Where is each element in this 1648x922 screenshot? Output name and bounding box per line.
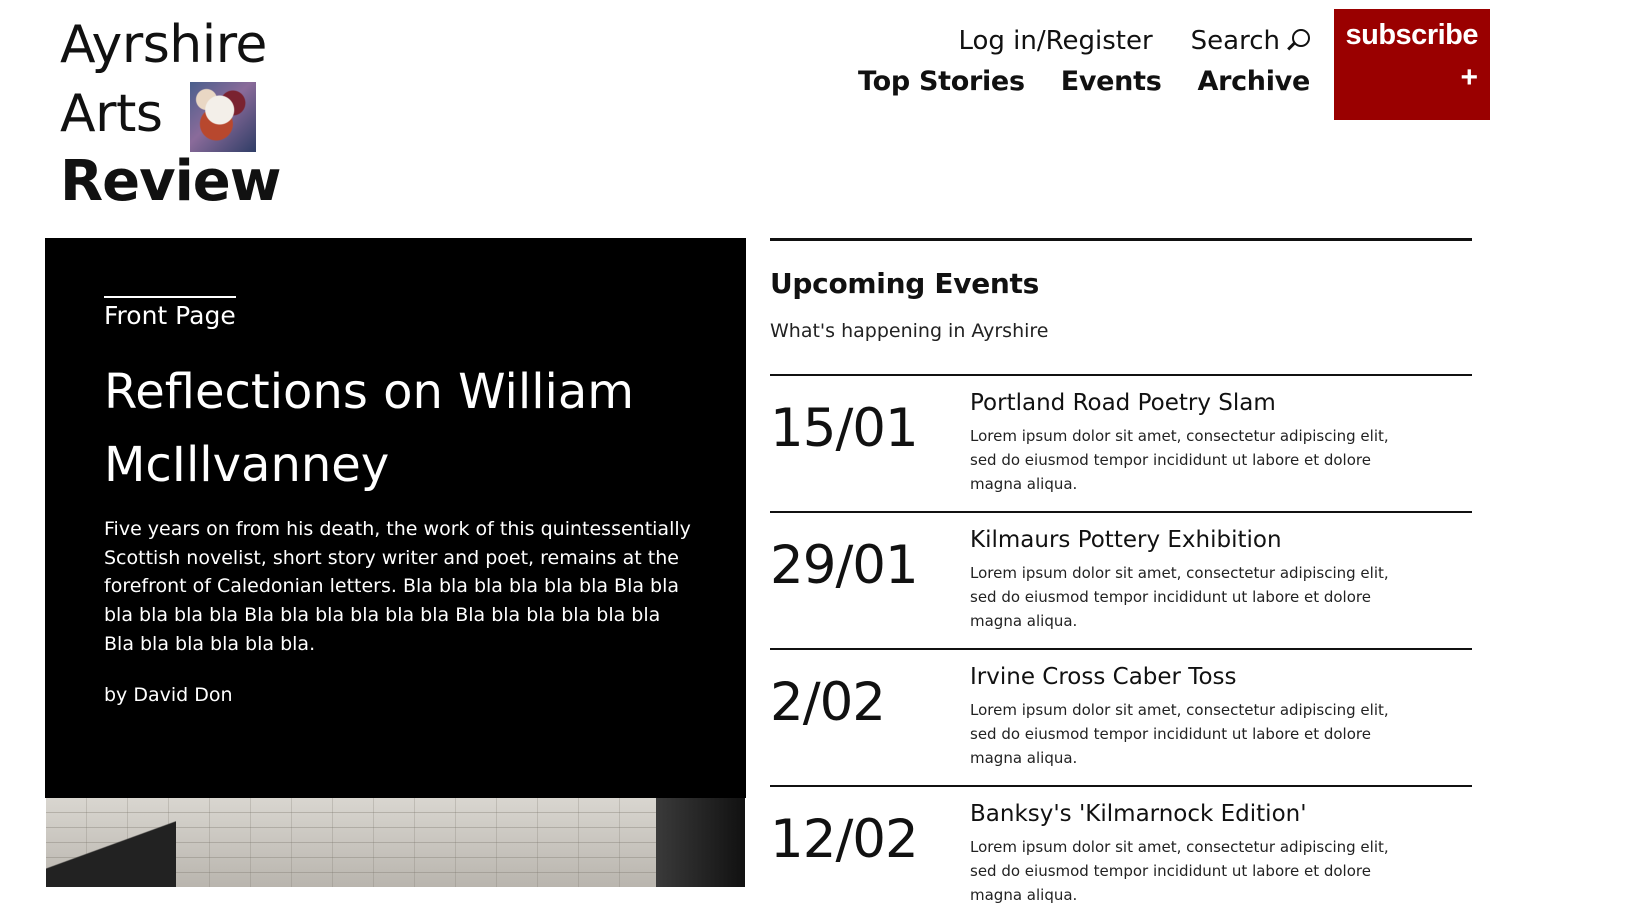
event-description: Lorem ipsum dolor sit amet, consectetur … [970, 701, 1389, 767]
events-divider [770, 238, 1472, 241]
utility-nav: Log in/Register Search [958, 26, 1310, 56]
search-icon [1286, 29, 1310, 53]
subscribe-button[interactable]: subscribe + [1334, 9, 1490, 120]
event-title-link[interactable]: Kilmaurs Pottery Exhibition [970, 527, 1282, 553]
event-item[interactable]: 12/02 Banksy's 'Kilmarnock Edition' Lore… [770, 785, 1472, 922]
search-label: Search [1190, 26, 1280, 56]
login-register-link[interactable]: Log in/Register [958, 26, 1152, 56]
hero-article-card[interactable]: Front Page Reflections on William McIllv… [45, 238, 746, 798]
section-label[interactable]: Front Page [104, 296, 236, 330]
article-byline: by David Don [104, 684, 233, 706]
event-description: Lorem ipsum dolor sit amet, consectetur … [970, 564, 1389, 630]
subscribe-label: subscribe [1345, 19, 1479, 51]
event-item[interactable]: 29/01 Kilmaurs Pottery Exhibition Lorem … [770, 511, 1472, 648]
nav-item-top-stories[interactable]: Top Stories [858, 66, 1025, 97]
article-photo[interactable] [46, 798, 745, 887]
article-title[interactable]: Reflections on William McIllvanney [104, 356, 704, 502]
event-list: 15/01 Portland Road Poetry Slam Lorem ip… [770, 374, 1472, 922]
logo-line-ayrshire: Ayrshire [60, 15, 267, 75]
logo-line-review: Review [60, 149, 282, 214]
event-date: 15/01 [770, 398, 919, 459]
site-logo[interactable]: Ayrshire Arts Review [60, 14, 300, 212]
events-heading: Upcoming Events [770, 267, 1039, 300]
event-title-link[interactable]: Banksy's 'Kilmarnock Edition' [970, 801, 1307, 827]
event-date: 12/02 [770, 809, 919, 870]
event-title-link[interactable]: Portland Road Poetry Slam [970, 390, 1276, 416]
event-description: Lorem ipsum dolor sit amet, consectetur … [970, 427, 1389, 493]
plus-icon: + [1460, 61, 1478, 94]
events-subheading: What's happening in Ayrshire [770, 320, 1049, 342]
nav-item-archive[interactable]: Archive [1197, 66, 1310, 97]
event-date: 29/01 [770, 535, 919, 596]
event-description: Lorem ipsum dolor sit amet, consectetur … [970, 838, 1389, 904]
logo-line-arts: Arts [60, 76, 300, 152]
photo-shadow [46, 817, 176, 887]
event-item[interactable]: 15/01 Portland Road Poetry Slam Lorem ip… [770, 374, 1472, 511]
event-title-link[interactable]: Irvine Cross Caber Toss [970, 664, 1237, 690]
main-nav: Top Stories Events Archive [858, 66, 1310, 97]
photo-dark-edge [656, 798, 745, 887]
article-summary: Five years on from his death, the work o… [104, 518, 691, 655]
nav-item-events[interactable]: Events [1061, 66, 1162, 97]
search-link[interactable]: Search [1191, 26, 1310, 56]
event-date: 2/02 [770, 672, 886, 733]
event-item[interactable]: 2/02 Irvine Cross Caber Toss Lorem ipsum… [770, 648, 1472, 785]
logo-cow-painting-image [190, 82, 257, 152]
upcoming-events-section: Upcoming Events What's happening in Ayrs… [770, 238, 1472, 922]
logo-arts-text: Arts [60, 84, 163, 144]
